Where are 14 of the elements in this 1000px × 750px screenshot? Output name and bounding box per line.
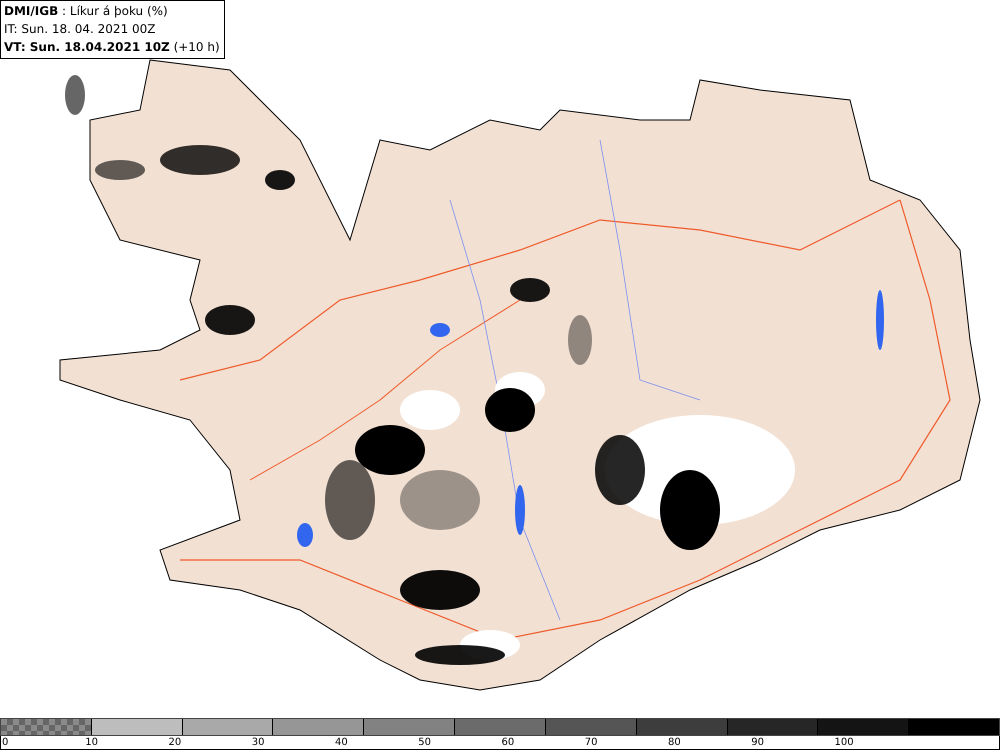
header-line: IT: Sun. 18. 04. 2021 00Z [4, 21, 157, 38]
legend-label: 80 [667, 736, 682, 749]
legend-label: 30 [250, 736, 266, 749]
header-line: DMI/IGB : Líkur á þoku (%) [4, 3, 169, 20]
legend-label: 70 [584, 736, 598, 749]
legend-label: 50 [417, 736, 432, 749]
legend-label: 10 [84, 736, 99, 749]
legend-label: 40 [334, 736, 349, 749]
legend-label: 60 [500, 736, 516, 749]
legend-label: 20 [168, 736, 182, 749]
legend-label: 100 [834, 736, 855, 749]
legend-label: 0 [1, 736, 10, 749]
legend-label: 90 [750, 736, 765, 749]
header-line: VT: Sun. 18.04.2021 10Z (+10 h) [4, 39, 220, 56]
